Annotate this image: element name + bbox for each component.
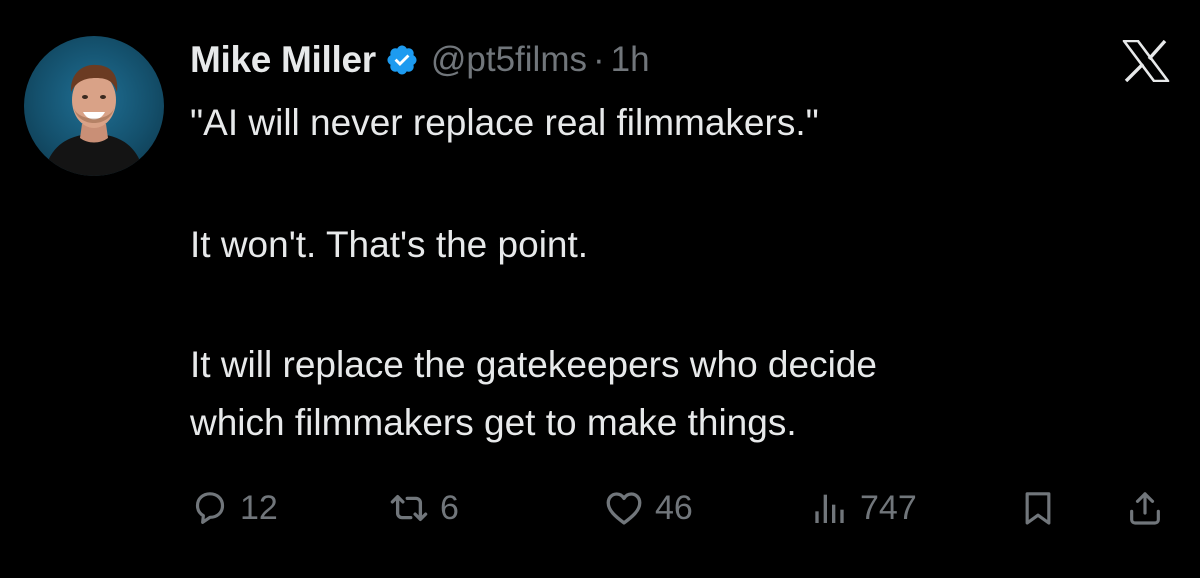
heart-icon [603,487,645,529]
like-button[interactable]: 46 [603,482,693,534]
repost-icon [388,487,430,529]
post-time[interactable]: 1h [611,40,650,80]
tweet-text-line: It will replace the gatekeepers who deci… [190,344,877,385]
x-logo-icon[interactable] [1122,39,1170,83]
views-count: 747 [860,488,917,527]
views-icon [810,488,850,528]
bookmark-icon [1018,488,1058,528]
reply-button[interactable]: 12 [190,482,278,534]
bookmark-button[interactable] [1018,482,1058,534]
tweet-card[interactable]: Mike Miller @pt5films · 1h "AI will neve… [0,0,1200,578]
repost-button[interactable]: 6 [388,482,459,534]
avatar[interactable] [24,36,164,176]
reply-icon [190,488,230,528]
tweet-text-line: which filmmakers get to make things. [190,402,797,443]
separator-dot: · [593,40,605,79]
share-button[interactable] [1125,482,1165,534]
author-handle[interactable]: @pt5films [431,40,587,80]
action-bar: 12 6 46 747 [0,482,1200,534]
share-icon [1125,488,1165,528]
views-button[interactable]: 747 [810,482,917,534]
repost-count: 6 [440,488,459,527]
avatar-image [44,64,144,176]
tweet-header: Mike Miller @pt5films · 1h [190,36,650,84]
tweet-text-line: "AI will never replace real filmmakers." [190,102,819,143]
like-count: 46 [655,488,693,527]
reply-count: 12 [240,488,278,527]
author-name[interactable]: Mike Miller [190,39,376,81]
verified-badge-icon [385,43,419,77]
tweet-text-line: It won't. That's the point. [190,224,589,265]
